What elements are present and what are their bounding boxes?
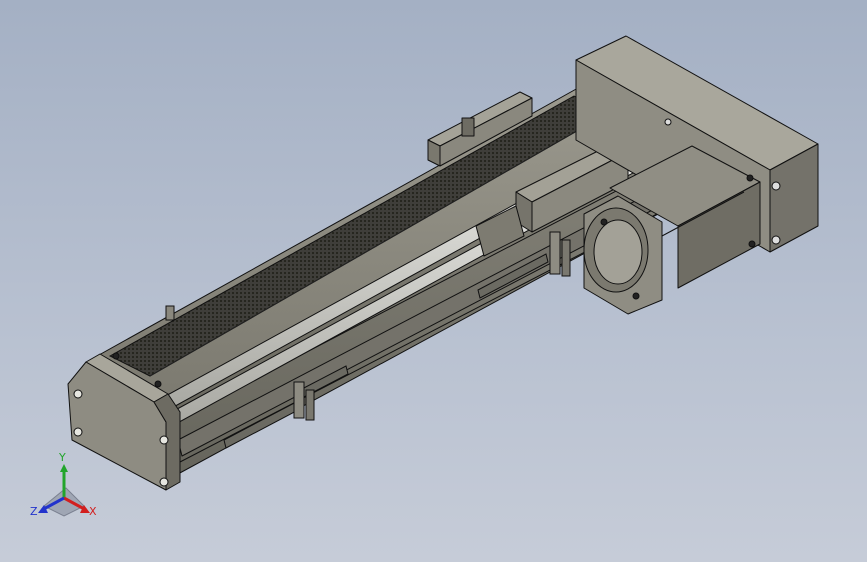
motor-screw-1	[600, 218, 608, 226]
end-plate-screw-3	[159, 435, 169, 445]
housing-screw-3	[664, 118, 672, 126]
cad-viewport[interactable]: Y X Z	[0, 0, 867, 562]
triad-x-label: X	[89, 505, 97, 518]
motor-shaft-inner	[593, 219, 643, 285]
motor-screw-4	[748, 240, 756, 248]
end-plate-screw-6	[112, 352, 120, 360]
motor-screw-3	[746, 174, 754, 182]
housing-screw-2	[771, 235, 781, 245]
motor-screw-2	[632, 292, 640, 300]
housing-screw-1	[771, 181, 781, 191]
triad-y-arrow	[60, 464, 68, 472]
limit-sensor-2	[305, 389, 315, 421]
limit-sensor-3	[549, 231, 561, 275]
triad-y-label: Y	[58, 451, 66, 464]
limit-sensor-1	[293, 381, 305, 419]
end-plate-screw-5	[154, 380, 162, 388]
triad-z-label: Z	[30, 505, 38, 518]
end-plate-screw-1	[73, 389, 83, 399]
rear-knob	[165, 305, 175, 321]
limit-sensor-4	[561, 239, 571, 277]
end-plate-screw-4	[159, 477, 169, 487]
carriage-block	[461, 117, 475, 137]
end-plate-screw-2	[73, 427, 83, 437]
coordinate-triad: Y X Z	[30, 451, 97, 518]
